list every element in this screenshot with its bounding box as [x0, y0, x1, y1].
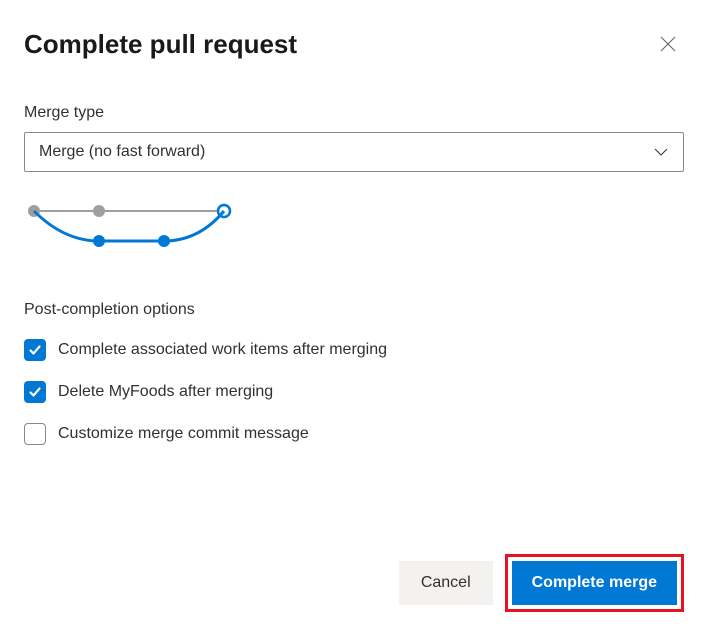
checkbox-delete-branch[interactable]: [24, 381, 46, 403]
option-delete-branch[interactable]: Delete MyFoods after merging: [24, 381, 684, 403]
check-icon: [28, 385, 42, 399]
option-complete-work-items[interactable]: Complete associated work items after mer…: [24, 339, 684, 361]
cancel-button[interactable]: Cancel: [399, 561, 493, 605]
chevron-down-icon: [653, 144, 669, 160]
merge-type-selected-value: Merge (no fast forward): [39, 143, 653, 161]
option-label: Customize merge commit message: [58, 425, 309, 443]
dialog-title: Complete pull request: [24, 29, 297, 60]
option-label: Complete associated work items after mer…: [58, 341, 387, 359]
merge-type-illustration: [24, 196, 684, 261]
check-icon: [28, 343, 42, 357]
post-completion-label: Post-completion options: [24, 301, 684, 319]
option-label: Delete MyFoods after merging: [58, 383, 273, 401]
merge-type-select[interactable]: Merge (no fast forward): [24, 132, 684, 172]
close-icon: [660, 36, 676, 52]
option-customize-message[interactable]: Customize merge commit message: [24, 423, 684, 445]
close-button[interactable]: [652, 28, 684, 60]
checkbox-complete-work-items[interactable]: [24, 339, 46, 361]
dialog-footer: Cancel Complete merge: [399, 554, 684, 612]
merge-type-label: Merge type: [24, 104, 684, 122]
complete-merge-button[interactable]: Complete merge: [512, 561, 677, 605]
checkbox-customize-message[interactable]: [24, 423, 46, 445]
highlighted-action: Complete merge: [505, 554, 684, 612]
